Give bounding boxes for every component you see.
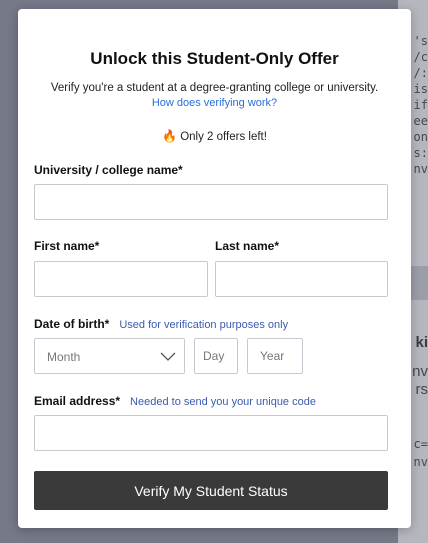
dob-label: Date of birth* (34, 317, 110, 331)
university-input[interactable] (34, 184, 388, 220)
email-input[interactable] (34, 415, 388, 451)
month-select[interactable]: Month (34, 338, 185, 374)
email-hint: Needed to send you your unique code (130, 396, 316, 408)
year-input[interactable] (247, 338, 303, 374)
dob-label-row: Date of birth* Used for verification purp… (34, 317, 288, 331)
email-label: Email address* (34, 394, 121, 408)
scarcity-text: Only 2 offers left! (180, 131, 267, 143)
month-select-value: Month (47, 350, 81, 364)
modal-title: Unlock this Student-Only Offer (90, 49, 339, 68)
day-input[interactable] (194, 338, 238, 374)
last-name-label: Last name* (215, 239, 280, 253)
verify-student-button[interactable]: Verify My Student Status (34, 471, 388, 510)
first-name-input[interactable] (34, 261, 208, 297)
last-name-input[interactable] (215, 261, 388, 297)
modal-subtitle: Verify you're a student at a degree-gran… (50, 82, 379, 94)
scarcity-notice: 🔥 Only 2 offers left! (18, 129, 411, 143)
chevron-down-icon (160, 352, 176, 361)
fire-icon: 🔥 (162, 129, 178, 143)
student-offer-modal: Unlock this Student-Only Offer Verify yo… (18, 9, 411, 528)
university-label: University / college name* (34, 163, 183, 177)
how-verifying-works-link[interactable]: How does verifying work? (18, 97, 411, 109)
first-name-label: First name* (34, 239, 100, 253)
email-label-row: Email address* Needed to send you your un… (34, 394, 316, 408)
dob-hint: Used for verification purposes only (119, 319, 289, 331)
